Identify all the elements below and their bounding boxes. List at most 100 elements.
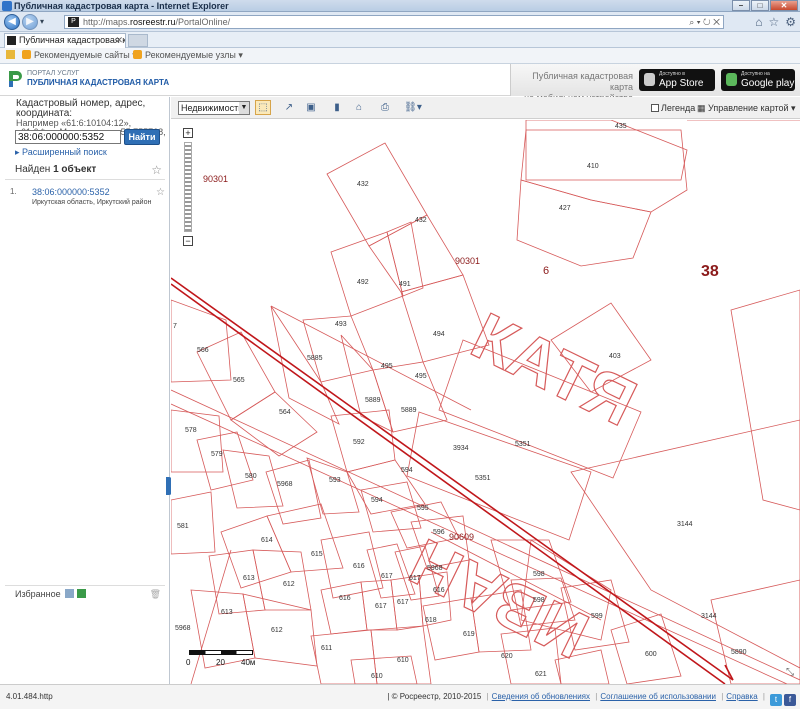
parcel-432a [326, 142, 428, 247]
add-favorite-star-icon[interactable] [6, 48, 18, 63]
import-icon[interactable] [65, 589, 74, 598]
fav-recommended-nodes[interactable]: Рекомендуемые узлы ▾ [133, 48, 243, 63]
back-arrow-icon[interactable]: ◀ [4, 14, 20, 30]
layer-select[interactable]: Недвижимость ▼ [178, 101, 250, 115]
identify-tool-icon[interactable]: ⌂ [351, 100, 367, 115]
close-button[interactable]: ✕ [770, 0, 798, 11]
parcel-594a [346, 459, 426, 515]
parcel-label: 435 [615, 123, 627, 130]
big-letters-katya: КАТЯ [461, 298, 648, 440]
area-tool-icon[interactable]: ▣ [303, 100, 319, 115]
zoom-out-button[interactable]: − [183, 236, 193, 246]
favorites-label: Избранное [15, 589, 61, 599]
parcel-label: 494 [433, 331, 445, 338]
parcel-label: 617 [409, 575, 421, 582]
cadastral-map[interactable]: КАТЯ ИВАН 90301 432 432 435 410 427 90301 6 38 49… [171, 120, 800, 684]
parcel-label: 617 [397, 599, 409, 606]
favorites-star-icon[interactable]: ☆ [768, 15, 779, 29]
settings-gear-icon[interactable]: ⚙ [785, 15, 796, 29]
parcel-label: 7 [173, 323, 177, 330]
parcel-label: 595 [417, 505, 429, 512]
forward-arrow-icon[interactable]: ▶ [22, 14, 38, 30]
parcel-label: 596 [433, 529, 445, 536]
zoom-slider[interactable] [184, 142, 192, 232]
parcel-3144b [730, 289, 800, 511]
parcel-label: 619 [463, 631, 475, 638]
result-favorite-star-icon[interactable]: ☆ [156, 187, 165, 198]
parcel-label: 495 [415, 373, 427, 380]
minimize-button[interactable]: – [732, 0, 750, 11]
parcel-label: 3934 [453, 445, 469, 452]
help-link[interactable]: Справка [726, 692, 757, 701]
home-icon[interactable]: ⌂ [755, 15, 762, 29]
fav-recommended-sites[interactable]: Рекомендуемые сайты ▾ [22, 48, 137, 63]
result-title-link[interactable]: 38:06:000000:5352 [32, 187, 110, 197]
browser-tab[interactable]: Публичная кадастровая ка... ✕ [4, 33, 126, 48]
layer-select-value: Недвижимость [181, 103, 243, 113]
advanced-search-link[interactable]: ▸ Расширенный поиск [15, 147, 107, 158]
url-field[interactable]: P http://maps.rosreestr.ru/PortalOnline/… [64, 15, 724, 29]
parcel-label: 432 [415, 217, 427, 224]
scale-label-0: 0 [186, 658, 191, 667]
map-manage-menu[interactable]: ▦ Управление картой ▾ [697, 103, 796, 114]
search-icon[interactable]: ⌕ [689, 17, 694, 27]
fullscreen-icon[interactable]: ⤡ [786, 667, 794, 678]
rosreestr-logo-icon[interactable] [7, 69, 23, 89]
parcel-label: 5885 [307, 355, 323, 362]
search-hint-main: Кадастровый номер, адрес, координата: [16, 98, 146, 119]
found-count: 1 объект [53, 164, 97, 175]
chart-tool-icon[interactable]: ▮ [329, 100, 345, 115]
legend-checkbox[interactable]: Легенда [651, 103, 695, 113]
trash-icon[interactable]: 🗑 [150, 586, 161, 602]
tab-favicon-icon [7, 36, 16, 45]
updates-link[interactable]: Сведения об обновлениях [492, 692, 590, 701]
advanced-search-label: Расширенный поиск [22, 147, 107, 157]
parcel-label: 593 [329, 477, 341, 484]
bing-icon [22, 50, 31, 59]
cadastral-search-input[interactable] [15, 130, 121, 144]
terms-link[interactable]: Соглашение об использовании [600, 692, 716, 701]
map-canvas[interactable]: КАТЯ ИВАН 90301432432435410427903016 3849… [171, 120, 800, 684]
facebook-icon[interactable]: f [784, 694, 796, 706]
parcel-495 [372, 361, 448, 433]
find-button[interactable]: Найти [124, 129, 160, 145]
link-tool-icon[interactable]: ⛓▾ [401, 100, 425, 115]
new-tab-button[interactable] [128, 34, 148, 47]
fav-recommended-sites-label: Рекомендуемые сайты ▾ [34, 50, 137, 60]
select-tool-icon[interactable]: ⬚ [255, 100, 271, 115]
parcel-label: 3144 [701, 613, 717, 620]
parcel-label: 621 [535, 671, 547, 678]
parcel-label: 5890 [731, 649, 747, 656]
refresh-icon[interactable]: ↻ [703, 17, 711, 27]
promo-line-1: Публичная кадастровая карта [532, 71, 633, 92]
parcel-label: 564 [279, 409, 291, 416]
parcel-label: 598 [533, 597, 545, 604]
appstore-button[interactable]: Доступно в App Store [639, 69, 715, 91]
history-dropdown-icon[interactable]: ▾ [40, 17, 44, 26]
favorites-section: Избранное 🗑 [5, 585, 165, 601]
excel-export-icon[interactable] [77, 589, 86, 598]
favorite-all-star-icon[interactable]: ☆ [151, 160, 162, 180]
bing-icon [133, 50, 142, 59]
parcel-label: 410 [587, 163, 599, 170]
url-path: /PortalOnline/ [175, 17, 231, 27]
chevron-down-icon: ▼ [239, 102, 249, 114]
measure-tool-icon[interactable]: ↗ [281, 100, 297, 115]
gplay-small-text: Доступно на [741, 71, 770, 77]
tab-close-icon[interactable]: ✕ [115, 34, 123, 47]
googleplay-icon [726, 73, 737, 86]
print-icon[interactable]: ⎙ [377, 100, 393, 115]
parcel-label: 611 [321, 645, 332, 652]
googleplay-button[interactable]: Доступно на Google play [721, 69, 795, 91]
results-header: Найден 1 объект ☆ [5, 160, 165, 180]
checkbox-icon [651, 104, 659, 112]
zoom-in-button[interactable]: + [183, 128, 193, 138]
parcel-label: 592 [353, 439, 365, 446]
selected-road [171, 277, 734, 684]
parcel-label: 90301 [455, 256, 480, 266]
maximize-button[interactable]: □ [751, 0, 769, 11]
site-title[interactable]: Публичная кадастровая карта [27, 78, 169, 87]
twitter-icon[interactable]: t [770, 694, 782, 706]
parcel-label: 495 [381, 363, 393, 370]
stop-icon[interactable]: ✕ [713, 17, 720, 27]
